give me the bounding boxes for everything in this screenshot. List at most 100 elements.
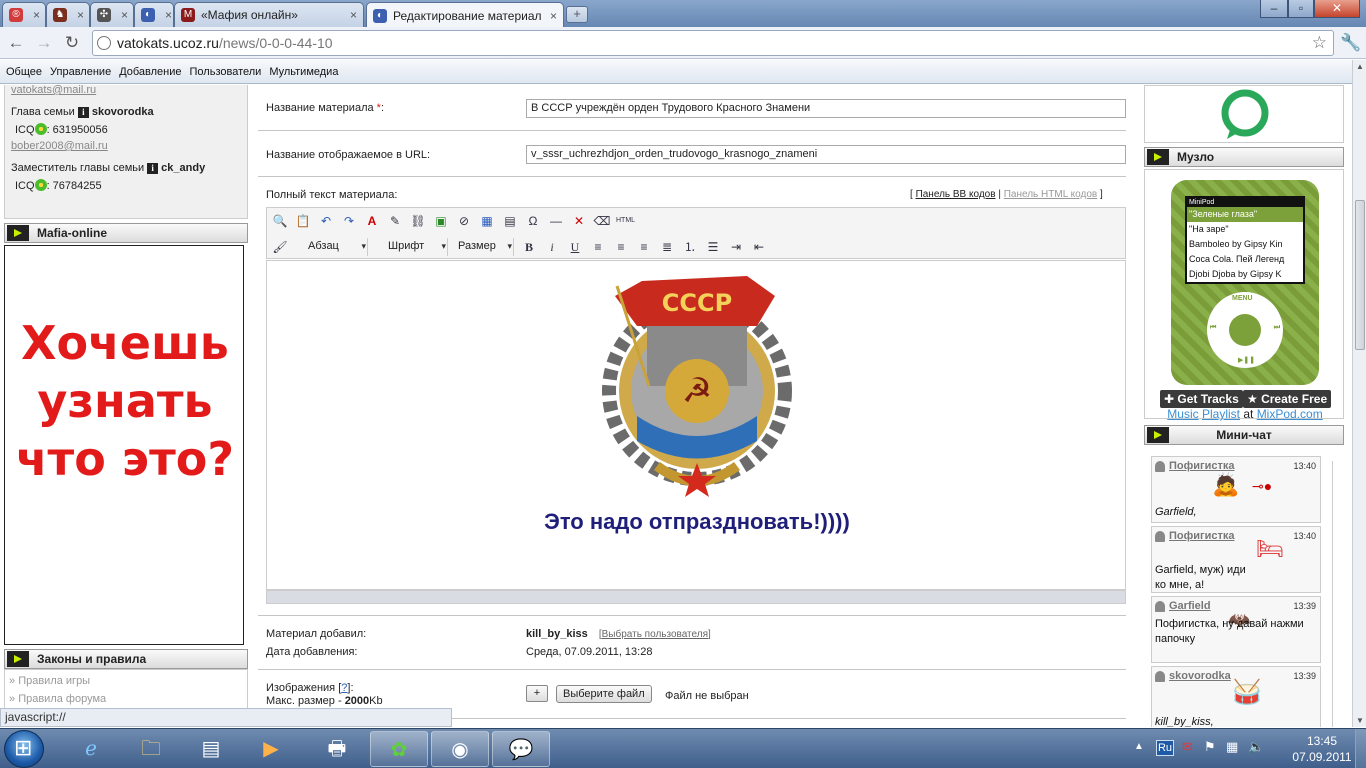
preview-icon[interactable]: 🔍 — [271, 212, 289, 230]
language-indicator[interactable]: Ru — [1156, 740, 1174, 756]
action-center-flag-icon[interactable]: ⚑ — [1204, 739, 1216, 755]
align-right-icon[interactable]: ≡ — [635, 238, 653, 256]
title-input[interactable]: В СССР учреждён орден Трудового Красного… — [526, 99, 1126, 118]
flash-icon[interactable]: ⊘ — [455, 212, 473, 230]
admin-menu-general[interactable]: Общее — [6, 66, 42, 78]
tray-expand-icon[interactable]: ▲ — [1134, 741, 1144, 752]
song-item[interactable]: Bamboleo by Gipsy Kin — [1187, 237, 1303, 252]
menu-label[interactable]: MENU — [1232, 295, 1253, 302]
icq-taskbar-icon[interactable]: ✿ — [370, 731, 428, 767]
calculator-icon[interactable]: ▤ — [182, 731, 240, 767]
volume-icon[interactable]: 🔈 — [1248, 739, 1264, 755]
tab-edit-material[interactable]: ◐ Редактирование материал × — [366, 2, 564, 28]
ordered-list-icon[interactable]: ⒈ — [681, 238, 699, 256]
close-icon[interactable]: × — [29, 8, 40, 22]
chat-user-link[interactable]: skovorodka — [1155, 670, 1231, 682]
horizontal-rule-icon[interactable]: — — [547, 212, 565, 230]
mafia-banner[interactable]: Хочешь узнать что это? — [4, 245, 244, 645]
tab-pinned-3[interactable]: ✣ × — [90, 2, 134, 27]
chat-scrollbar[interactable] — [1332, 461, 1333, 727]
show-desktop-button[interactable] — [1355, 729, 1366, 768]
size-select[interactable]: Размер — [454, 237, 514, 256]
song-item[interactable]: Djobi Djoba by Gipsy K — [1187, 267, 1303, 282]
music-link[interactable]: Music — [1167, 407, 1198, 421]
special-char-icon[interactable]: Ω — [524, 212, 542, 230]
minimize-button[interactable]: – — [1260, 0, 1288, 18]
tab-pinned-4[interactable]: ◐ × — [134, 2, 174, 27]
google-talk-icon[interactable]: 💬 — [492, 731, 550, 767]
images-help-link[interactable]: ? — [341, 682, 347, 694]
mixpod-link[interactable]: MixPod.com — [1257, 407, 1323, 421]
url-slug-input[interactable]: v_sssr_uchrezhdjon_orden_trudovogo_krasn… — [526, 145, 1126, 164]
scroll-up-arrow-icon[interactable]: ▲ — [1356, 62, 1364, 71]
admin-menu-multimedia[interactable]: Мультимедиа — [269, 66, 338, 78]
rules-link-forum[interactable]: » Правила форума — [5, 690, 247, 708]
link-icon[interactable]: ⛓ — [409, 212, 427, 230]
italic-icon[interactable]: i — [543, 238, 561, 256]
forward-arrow-icon[interactable]: → — [34, 33, 54, 53]
admin-menu-add[interactable]: Добавление — [119, 66, 181, 78]
start-button[interactable] — [4, 730, 44, 768]
email-link[interactable]: vatokats@mail.ru — [11, 85, 96, 96]
indent-icon[interactable]: ⇥ — [727, 238, 745, 256]
scroll-down-arrow-icon[interactable]: ▼ — [1356, 716, 1364, 725]
admin-menu-manage[interactable]: Управление — [50, 66, 111, 78]
reload-icon[interactable]: ↻ — [62, 33, 82, 53]
center-button[interactable] — [1229, 314, 1261, 346]
gmail-notifier-icon[interactable]: ✉ — [1182, 739, 1193, 755]
table-edit-icon[interactable]: ▤ — [501, 212, 519, 230]
click-wheel[interactable]: MENU ⏮ ⏭ ▶❚❚ — [1207, 292, 1283, 368]
redo-icon[interactable]: ↷ — [340, 212, 358, 230]
tab-pinned-1[interactable]: ® × — [2, 2, 46, 27]
html-panel-link[interactable]: Панель HTML кодов — [1004, 189, 1098, 200]
internet-explorer-icon[interactable]: ℯ — [62, 731, 120, 767]
printer-icon[interactable]: 🖶 — [308, 731, 366, 767]
font-select[interactable]: Шрифт — [374, 237, 448, 256]
bold-icon[interactable]: B — [520, 238, 538, 256]
new-tab-button[interactable]: + — [566, 6, 588, 23]
close-icon[interactable]: × — [546, 9, 557, 23]
editor-content-area[interactable]: ☭ СССР Это надо отпраздновать!)))) — [266, 260, 1126, 590]
outdent-icon[interactable]: ⇤ — [750, 238, 768, 256]
unordered-list-icon[interactable]: ☰ — [704, 238, 722, 256]
align-center-icon[interactable]: ≡ — [612, 238, 630, 256]
chat-user-link[interactable]: Пофигистка — [1155, 530, 1234, 542]
paragraph-select[interactable]: Абзац — [294, 237, 368, 256]
song-item[interactable]: "Зеленые глаза" — [1187, 207, 1303, 222]
playlist-link[interactable]: Playlist — [1202, 407, 1240, 421]
remove-format-icon[interactable]: ✕ — [570, 212, 588, 230]
page-scrollbar[interactable]: ▲ ▼ — [1352, 60, 1366, 727]
play-pause-icon[interactable]: ▶❚❚ — [1238, 356, 1255, 364]
family-head-name[interactable]: skovorodka — [92, 106, 154, 118]
bb-panel-link[interactable]: Панель BB кодов — [916, 189, 996, 200]
scrollbar-thumb[interactable] — [1355, 200, 1365, 350]
add-image-button[interactable]: + — [526, 685, 548, 702]
close-icon[interactable]: × — [161, 8, 172, 22]
window-close-button[interactable]: ✕ — [1314, 0, 1360, 18]
close-icon[interactable]: × — [73, 8, 84, 22]
chrome-taskbar-icon[interactable]: ◉ — [431, 731, 489, 767]
underline-icon[interactable]: U — [566, 238, 584, 256]
next-track-icon[interactable]: ⏭ — [1274, 324, 1280, 332]
chat-user-link[interactable]: Пофигистка — [1155, 460, 1234, 472]
bookmark-star-icon[interactable]: ☆ — [1312, 31, 1327, 55]
explorer-folder-icon[interactable]: 🗀 — [122, 731, 180, 767]
format-brush-icon[interactable]: 🖌 — [271, 238, 289, 256]
address-bar[interactable]: vatokats.ucoz.ru/news/0-0-0-44-10 ☆ — [92, 30, 1334, 56]
tab-mafia-online[interactable]: M «Мафия онлайн» × — [174, 2, 364, 27]
admin-menu-users[interactable]: Пользователи — [190, 66, 262, 78]
undo-icon[interactable]: ↶ — [317, 212, 335, 230]
html-source-icon[interactable]: HTML — [616, 212, 635, 230]
highlight-icon[interactable]: ✎ — [386, 212, 404, 230]
paste-icon[interactable]: 📋 — [294, 212, 312, 230]
get-tracks-button[interactable]: ✚ Get Tracks — [1160, 390, 1243, 408]
align-left-icon[interactable]: ≡ — [589, 238, 607, 256]
create-free-button[interactable]: ★ Create Free — [1243, 390, 1332, 408]
song-item[interactable]: "На заре" — [1187, 222, 1303, 237]
back-arrow-icon[interactable]: ← — [6, 33, 26, 53]
eraser-icon[interactable]: ⌫ — [593, 212, 611, 230]
wrench-menu-icon[interactable]: 🔧 — [1340, 33, 1361, 53]
align-justify-icon[interactable]: ≣ — [658, 238, 676, 256]
choose-file-button[interactable]: Выберите файл — [556, 685, 652, 703]
text-color-icon[interactable]: A — [363, 212, 381, 230]
